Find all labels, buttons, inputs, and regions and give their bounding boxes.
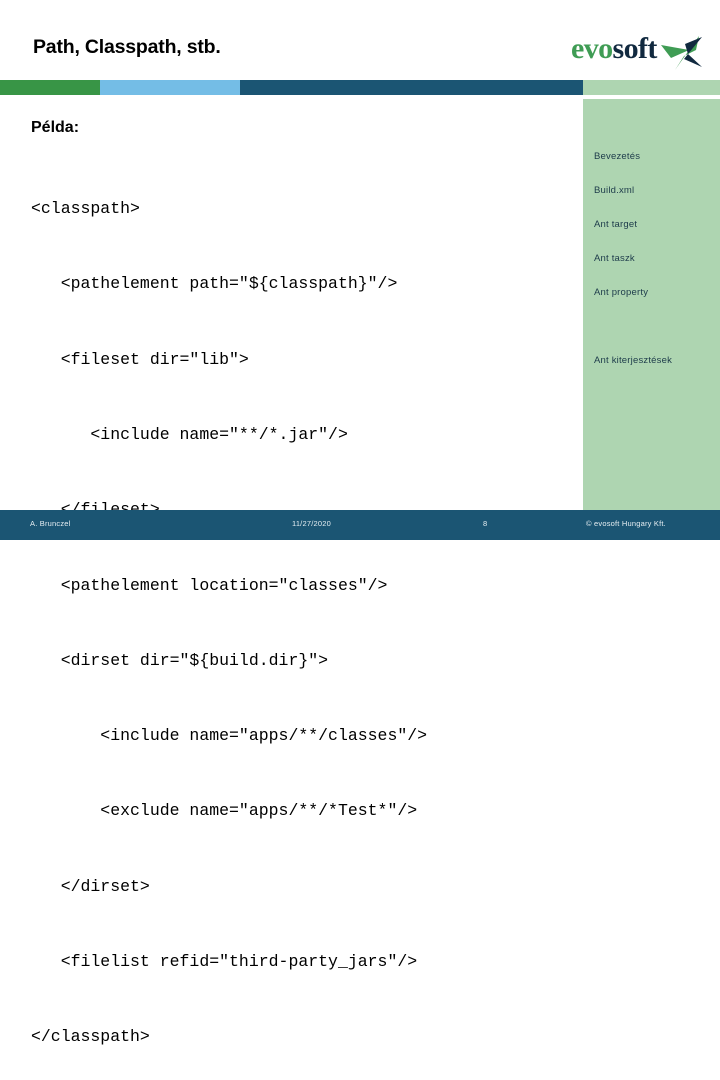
accent-segment-navy [240,80,583,95]
slide-content: Példa: <classpath> <pathelement path="${… [0,99,583,1046]
code-line: <pathelement location="classes"/> [31,575,388,595]
code-line: <fileset dir="lib"> [31,349,249,369]
slide-footer: A. Brunczel 11/27/2020 8 © evosoft Hunga… [0,510,720,540]
evosoft-logo: evosoft [571,30,702,72]
accent-bar [0,80,720,95]
sidebar-item-ant-taszk[interactable]: Ant taszk [592,250,720,267]
code-line: <exclude name="apps/**/*Test*"/> [31,801,418,821]
sidebar-item-build-xml[interactable]: Build.xml [592,182,720,199]
code-block: <classpath> <pathelement path="${classpa… [31,146,583,1080]
footer-copyright: © evosoft Hungary Kft. [586,519,666,528]
code-line: <include name="**/*.jar"/> [31,425,348,445]
evosoft-arrow-icon [661,36,702,70]
code-line: <pathelement path="${classpath}"/> [31,274,398,294]
sidebar-item-ant-target[interactable]: Ant target [592,216,720,233]
sidebar-item-ant-kiterjesztesek[interactable]: Ant kiterjesztések [592,352,720,369]
logo-text-soft: soft [612,32,658,65]
sidebar-item-bevezetes[interactable]: Bevezetés [592,148,720,165]
accent-segment-light-blue [100,80,240,95]
code-line: <include name="apps/**/classes"/> [31,726,428,746]
footer-author: A. Brunczel [30,519,71,528]
code-line: <filelist refid="third-party_jars"/> [31,952,418,971]
accent-segment-green [0,80,100,95]
code-line: <dirset dir="${build.dir}"> [31,650,329,670]
accent-segment-light-green [583,80,720,95]
sidebar-nav: Bevezetés Build.xml Ant target Ant taszk… [583,99,720,510]
code-line: <classpath> [31,199,140,219]
code-line: </dirset> [31,876,150,896]
logo-wordmark: evosoft [571,32,657,66]
example-label: Példa: [31,119,80,136]
logo-text-evo: evo [571,32,613,65]
page-title: Path, Classpath, stb. [33,36,221,58]
footer-page-number: 8 [483,519,488,528]
slide-canvas: Path, Classpath, stb. evosoft Példa: <cl… [0,0,720,1046]
code-line: </classpath> [31,1027,150,1047]
footer-date: 11/27/2020 [292,519,331,528]
sidebar-item-ant-property[interactable]: Ant property [592,284,720,301]
